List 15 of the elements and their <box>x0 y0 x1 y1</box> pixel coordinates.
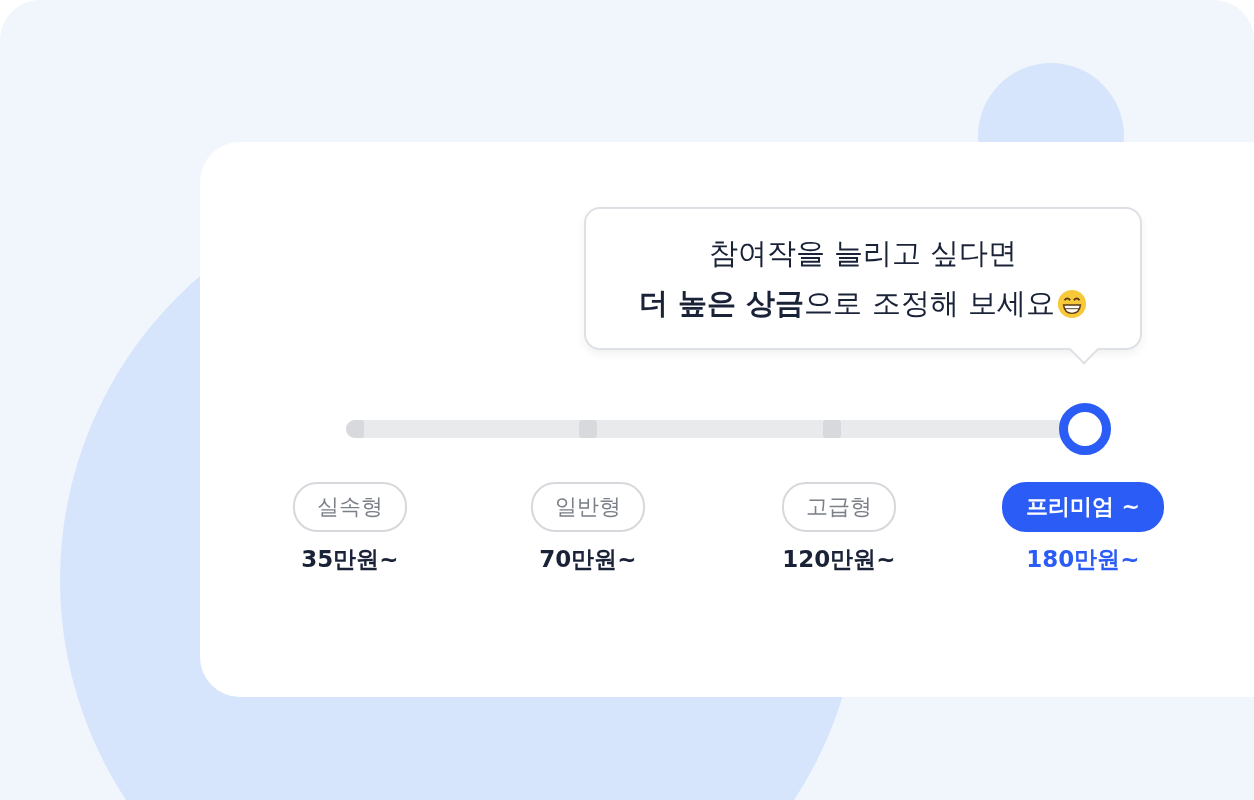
tier-chip[interactable]: 일반형 <box>531 482 645 532</box>
grinning-face-icon <box>1056 288 1087 319</box>
price-label: 70만원~ <box>539 545 637 574</box>
slider-thumb[interactable] <box>1059 403 1111 455</box>
slider-tick <box>346 420 364 438</box>
price-label: 180만원~ <box>1026 545 1140 574</box>
slider-tick <box>578 420 597 438</box>
slider-tick <box>822 420 841 438</box>
price-label: 120만원~ <box>782 545 896 574</box>
tier-chip[interactable]: 고급형 <box>782 482 896 532</box>
tooltip-text: 더 높은 상금으로 조정해 보세요 <box>639 284 1055 322</box>
tier-chip[interactable]: 프리미엄 ~ <box>1001 482 1165 532</box>
price-label: 35만원~ <box>301 545 399 574</box>
tooltip-text: 참여작을 늘리고 싶다면 <box>708 234 1018 272</box>
tier-chip[interactable]: 실속형 <box>293 482 407 532</box>
